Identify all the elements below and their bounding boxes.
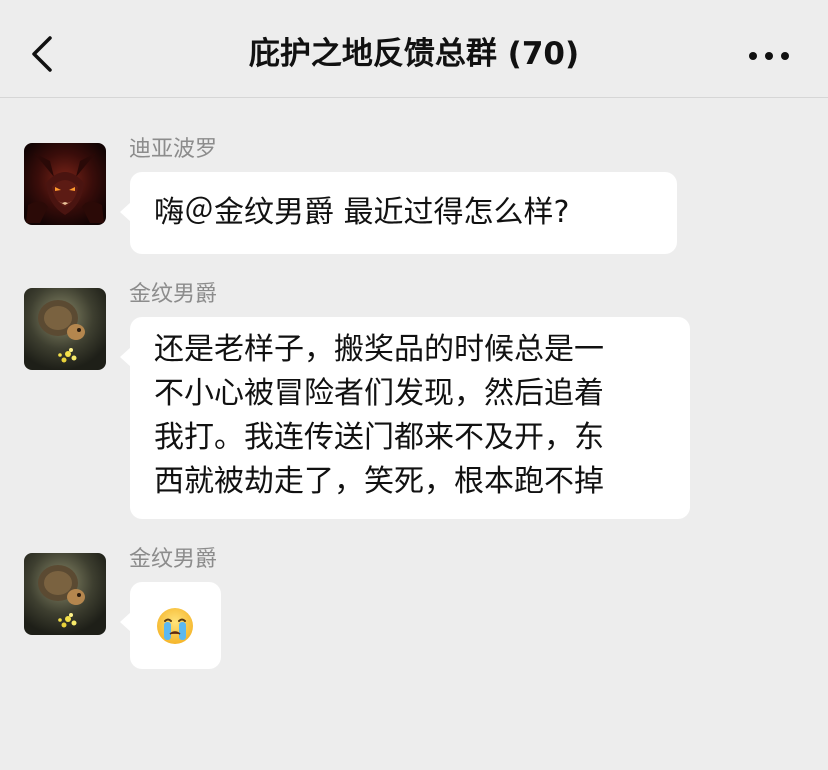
message-bubble[interactable]: 还是老样子，搬奖品的时候总是一 不小心被冒险者们发现，然后追着 我打。我连传送门… <box>120 317 690 519</box>
message-text: 嗨＠金纹男爵 最近过得怎么样? <box>154 195 570 230</box>
sender-name: 金纹男爵 <box>129 547 218 572</box>
message-text-line: 还是老样子，搬奖品的时候总是一 <box>154 332 604 367</box>
chevron-left-icon <box>32 36 52 72</box>
chat-screen: 庇护之地反馈总群 (70) 迪亚波罗 嗨＠金纹男爵 最近过得怎么样? 金纹男爵 … <box>0 0 828 770</box>
treasure-goblin-avatar[interactable] <box>24 288 106 370</box>
message-bubble[interactable]: 嗨＠金纹男爵 最近过得怎么样? <box>120 172 677 254</box>
message-text-line: 不小心被冒险者们发现，然后追着 <box>154 376 604 411</box>
sender-name: 迪亚波罗 <box>129 137 218 162</box>
treasure-goblin-avatar[interactable] <box>24 553 106 635</box>
sender-name: 金纹男爵 <box>129 282 218 307</box>
chat-header: 庇护之地反馈总群 (70) <box>0 0 828 98</box>
back-button[interactable] <box>24 32 64 76</box>
more-button[interactable] <box>744 38 794 74</box>
message-text-line: 我打。我连传送门都来不及开，东 <box>154 420 604 455</box>
more-horizontal-icon <box>749 52 789 60</box>
chat-title: 庇护之地反馈总群 (70) <box>248 36 580 72</box>
message-text-line: 西就被劫走了，笑死，根本跑不掉 <box>154 464 604 499</box>
demon-avatar[interactable] <box>24 143 106 225</box>
message-bubble[interactable] <box>120 582 221 669</box>
crying-face-emoji <box>157 608 193 644</box>
